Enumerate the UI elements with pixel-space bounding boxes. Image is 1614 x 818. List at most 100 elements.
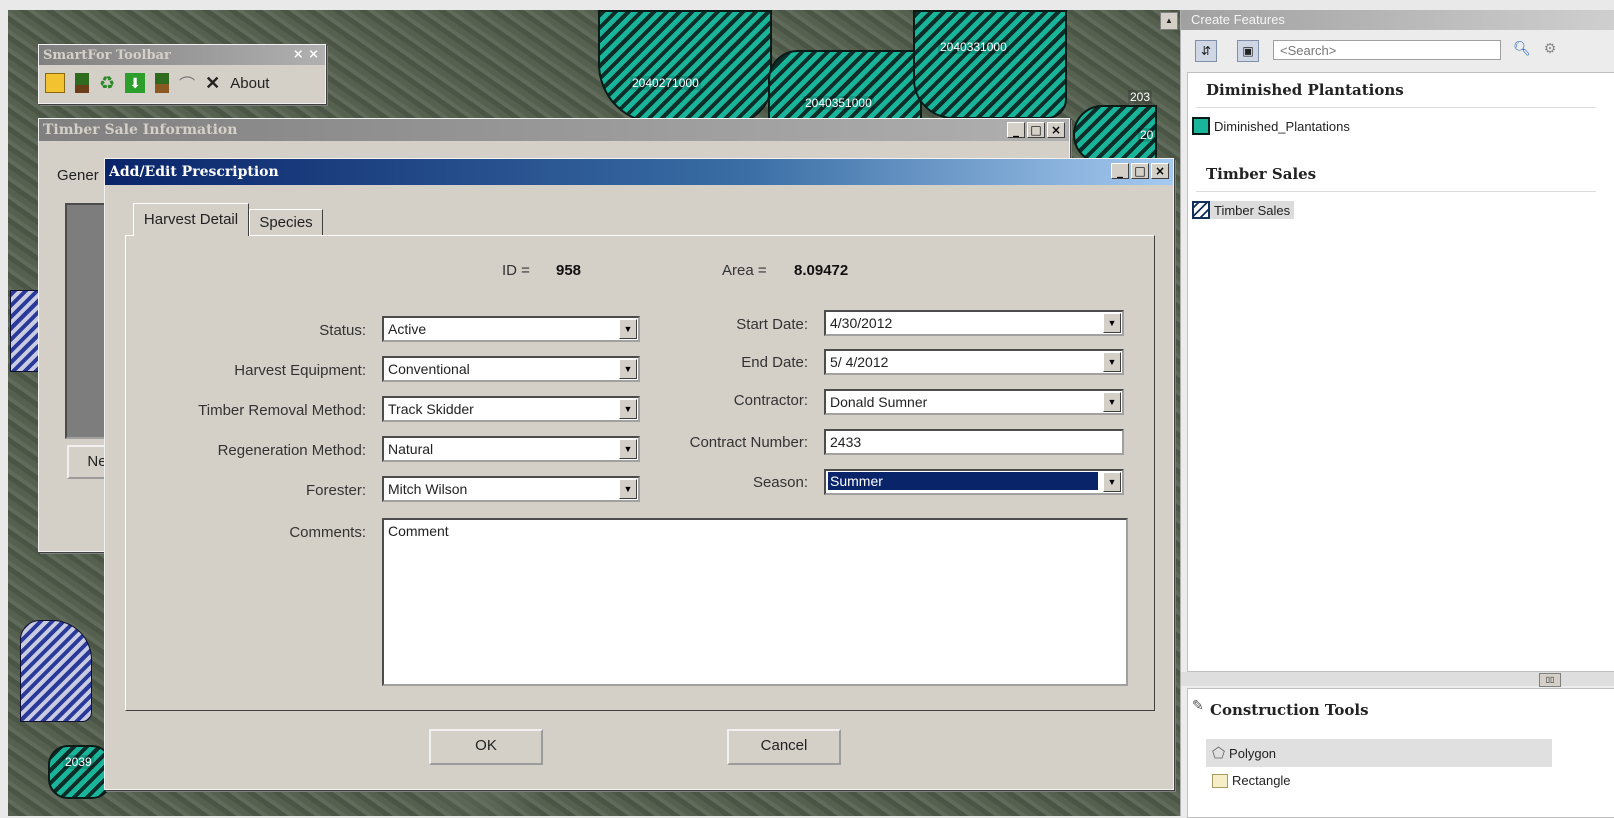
delete-icon[interactable]: ✕ — [205, 73, 220, 94]
template-label: Diminished_Plantations — [1214, 118, 1350, 134]
tool-rectangle[interactable]: Rectangle — [1212, 773, 1291, 788]
start-date-picker[interactable]: 4/30/2012 ▼ — [824, 310, 1124, 336]
season-select[interactable]: Summer ▼ — [824, 469, 1124, 495]
timber-sale-titlebar[interactable]: Timber Sale Information _ □ × — [39, 119, 1069, 141]
about-button[interactable]: About — [230, 75, 269, 92]
create-features-titlebar[interactable]: Create Features — [1181, 10, 1614, 30]
chevron-down-icon[interactable]: ▼ — [619, 439, 637, 459]
tab-species[interactable]: Species — [249, 209, 323, 236]
comments-textarea[interactable]: Comment — [382, 518, 1128, 686]
chevron-down-icon[interactable]: ▼ — [619, 399, 637, 419]
status-select[interactable]: Active ▼ — [382, 316, 640, 342]
timber-sale-list[interactable] — [65, 203, 109, 439]
collapse-icon[interactable]: ▯▯ — [1539, 673, 1561, 687]
map-label: 20 — [1138, 128, 1156, 142]
comments-label: Comments: — [289, 524, 366, 541]
map-polygon[interactable] — [598, 10, 772, 124]
end-date-picker[interactable]: 5/ 4/2012 ▼ — [824, 349, 1124, 375]
chevron-down-icon[interactable]: ▼ — [1103, 392, 1121, 412]
contractor-label: Contractor: — [733, 392, 808, 409]
search-icon[interactable]: 🔍︎ — [1511, 40, 1533, 60]
construction-tools-icon: ✎ — [1192, 697, 1204, 713]
add-edit-prescription-dialog: Add/Edit Prescription _ □ × Harvest Deta… — [104, 158, 1174, 790]
regeneration-select[interactable]: Natural ▼ — [382, 436, 640, 462]
id-label: ID = — [502, 262, 530, 279]
map-label: 2040271000 — [630, 76, 701, 90]
organize-templates-icon[interactable]: ⇵ — [1195, 40, 1217, 62]
template-view-icon[interactable]: ▣ — [1237, 40, 1259, 62]
id-value: 958 — [556, 262, 582, 279]
start-date-label: Start Date: — [736, 316, 808, 333]
map-polygon[interactable] — [48, 745, 112, 799]
map-label: 203 — [1128, 90, 1153, 104]
template-label: Timber Sales — [1214, 202, 1291, 218]
timber-removal-select[interactable]: Track Skidder ▼ — [382, 396, 640, 422]
ok-button[interactable]: OK — [429, 729, 543, 765]
template-properties-icon[interactable]: ⚙ — [1539, 40, 1561, 60]
tree-add-icon[interactable] — [155, 73, 170, 93]
smartfor-toolbar: SmartFor Toolbar × × ♻ ⬇ ⌒ ✕ About — [38, 44, 326, 104]
end-date-label: End Date: — [741, 354, 808, 371]
tool-label: Polygon — [1229, 745, 1277, 761]
maximize-button[interactable]: □ — [1027, 122, 1045, 138]
toolbar-titlebar[interactable]: SmartFor Toolbar × × — [39, 45, 325, 65]
regeneration-label: Regeneration Method: — [217, 442, 366, 459]
dialog-titlebar[interactable]: Add/Edit Prescription _ □ × — [105, 159, 1173, 185]
tab-harvest-detail[interactable]: Harvest Detail — [133, 203, 249, 236]
construction-tools-panel: ✎ Construction Tools ⬠ Polygon Rectangle — [1187, 688, 1614, 818]
download-icon[interactable]: ⬇ — [125, 73, 146, 93]
chevron-down-icon[interactable]: ▼ — [1103, 313, 1121, 333]
area-label: Area = — [722, 262, 767, 279]
folder-icon[interactable] — [45, 73, 65, 93]
harvest-equipment-select[interactable]: Conventional ▼ — [382, 356, 640, 382]
group-header-timber-sales: Timber Sales — [1206, 165, 1317, 183]
recycle-icon[interactable]: ♻ — [99, 74, 115, 92]
maximize-button[interactable]: □ — [1131, 163, 1149, 179]
template-diminished-plantations[interactable]: Diminished_Plantations — [1192, 117, 1350, 135]
map-label: 2040331000 — [938, 40, 1009, 54]
harvest-detail-panel: ID = 958 Area = 8.09472 Status: Active ▼ … — [125, 235, 1155, 711]
close-button[interactable]: × — [1047, 122, 1065, 138]
season-label: Season: — [752, 474, 808, 491]
map-polygon[interactable] — [768, 50, 922, 124]
status-label: Status: — [319, 322, 366, 339]
map-polygon[interactable] — [10, 290, 40, 372]
polygon-tool-icon: ⬠ — [1212, 745, 1226, 762]
map-polygon[interactable] — [913, 10, 1067, 119]
forester-select[interactable]: Mitch Wilson ▼ — [382, 476, 640, 502]
contract-number-input[interactable]: 2433 — [824, 429, 1124, 455]
minimize-button[interactable]: _ — [1007, 122, 1025, 138]
tree-icon[interactable] — [75, 73, 89, 93]
create-features-panel: Create Features ⇵ ▣ <Search> 🔍︎ ⚙ Dimini… — [1180, 10, 1614, 818]
chevron-down-icon[interactable]: ▼ — [1103, 472, 1121, 492]
map-label: 2039 — [63, 755, 94, 769]
construction-tools-title: Construction Tools — [1210, 701, 1369, 719]
toolbar-title: SmartFor Toolbar — [43, 47, 171, 63]
template-timber-sales[interactable]: Timber Sales — [1192, 201, 1295, 219]
tool-label: Rectangle — [1232, 773, 1291, 788]
timber-sale-title: Timber Sale Information — [43, 122, 238, 138]
chevron-down-icon[interactable]: ▼ — [619, 359, 637, 379]
contractor-select[interactable]: Donald Sumner ▼ — [824, 389, 1124, 415]
close-button[interactable]: × — [1151, 163, 1169, 179]
toolbar-close-icon[interactable]: × × — [293, 47, 319, 62]
polygon-swatch-icon — [1192, 117, 1210, 135]
group-header-diminished-plantations: Diminished Plantations — [1206, 81, 1404, 99]
chevron-down-icon[interactable]: ▼ — [619, 319, 637, 339]
dialog-title: Add/Edit Prescription — [109, 164, 279, 180]
cancel-button[interactable]: Cancel — [727, 729, 841, 765]
map-label: 2040351000 — [803, 96, 874, 110]
rectangle-tool-icon — [1212, 773, 1228, 788]
chevron-down-icon[interactable]: ▼ — [619, 479, 637, 499]
timber-removal-label: Timber Removal Method: — [198, 402, 366, 419]
timber-sale-tab[interactable]: Gener — [57, 167, 99, 184]
hatched-polygon-icon — [1192, 201, 1210, 219]
map-scroll-button[interactable]: ▲ — [1160, 12, 1178, 30]
minimize-button[interactable]: _ — [1111, 163, 1129, 179]
arch-icon[interactable]: ⌒ — [179, 71, 195, 95]
search-input[interactable]: <Search> — [1273, 40, 1501, 60]
map-polygon[interactable] — [20, 620, 92, 722]
chevron-down-icon[interactable]: ▼ — [1103, 352, 1121, 372]
area-value: 8.09472 — [794, 262, 849, 279]
tool-polygon[interactable]: ⬠ Polygon — [1206, 739, 1552, 767]
